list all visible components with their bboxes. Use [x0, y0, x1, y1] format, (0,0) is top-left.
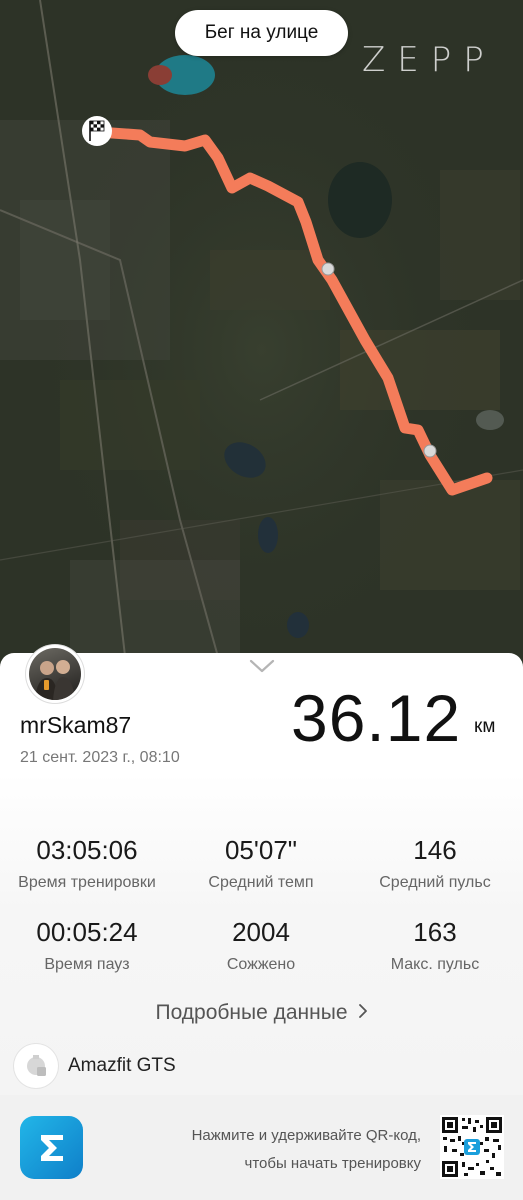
stat-value: 00:05:24: [36, 917, 138, 947]
activity-type-pill: Бег на улице: [175, 10, 348, 56]
footer-line-1: Нажмите и удерживайте QR-код,: [191, 1127, 421, 1144]
details-link-label: Подробные данные: [155, 1001, 348, 1024]
avatar-image: [29, 648, 81, 700]
footer-line-2: чтобы начать тренировку: [244, 1155, 421, 1172]
chevron-right-icon: [358, 1001, 368, 1025]
checkered-flag-icon: [82, 116, 112, 146]
stat-label: Сожжено: [226, 956, 296, 973]
username: mrSkam87: [20, 712, 132, 738]
stat-value: 2004: [232, 917, 290, 947]
stat-value: 146: [413, 835, 457, 865]
stat-value: 163: [413, 917, 457, 947]
device-name: Amazfit GTS: [68, 1055, 176, 1076]
stat-value: 03:05:06: [36, 835, 138, 865]
chevron-down-icon[interactable]: [248, 657, 276, 675]
footer-instruction: Нажмите и удерживайте QR-код, чтобы нача…: [192, 1122, 421, 1178]
stat-value: 05'07": [224, 835, 298, 865]
stat-label: Время тренировки: [18, 874, 156, 891]
watch-icon: [14, 1044, 58, 1088]
stat-label: Макс. пульс: [390, 956, 480, 973]
zepp-app-icon[interactable]: [20, 1116, 83, 1179]
stat-max-heart-rate: 163 Макс. пульс: [348, 917, 522, 974]
route-map[interactable]: Бег на улице ZEPP: [0, 0, 523, 700]
activity-type-label: Бег на улице: [204, 22, 319, 43]
stat-label: Средний темп: [208, 874, 314, 891]
avatar[interactable]: [26, 645, 84, 703]
stat-workout-time: 03:05:06 Время тренировки: [0, 835, 174, 892]
km-marker: [423, 444, 437, 458]
distance-unit: км: [474, 716, 496, 737]
stat-label: Средний пульс: [379, 874, 491, 891]
km-marker: [321, 262, 335, 276]
details-link[interactable]: Подробные данные: [0, 1001, 523, 1025]
brand-logo: ZEPP: [362, 40, 496, 80]
stat-avg-pace: 05'07" Средний темп: [174, 835, 348, 892]
device-row: Amazfit GTS: [14, 1043, 176, 1089]
satellite-terrain: [0, 0, 523, 700]
qr-code[interactable]: [440, 1115, 504, 1179]
stat-avg-heart-rate: 146 Средний пульс: [348, 835, 522, 892]
workout-datetime: 21 сент. 2023 г., 08:10: [20, 749, 180, 766]
distance-value: 36.12: [291, 681, 462, 755]
stat-calories: 2004 Сожжено: [174, 917, 348, 974]
footer-banner: Нажмите и удерживайте QR-код, чтобы нача…: [0, 1095, 523, 1200]
stat-label: Время пауз: [44, 956, 130, 973]
stat-pause-time: 00:05:24 Время пауз: [0, 917, 174, 974]
